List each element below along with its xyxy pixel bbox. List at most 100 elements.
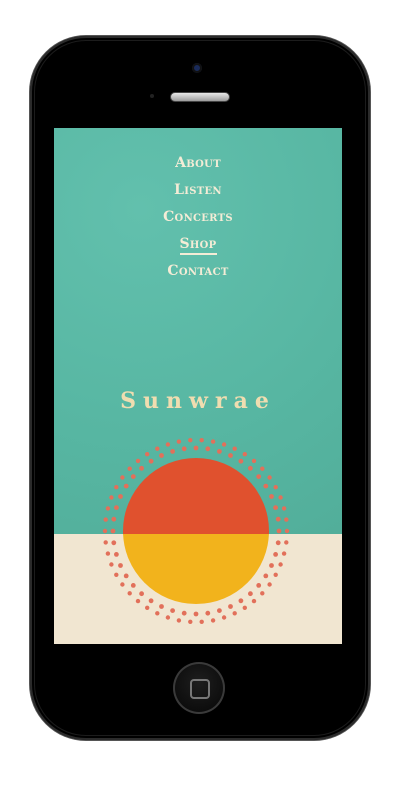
earpiece-speaker xyxy=(170,92,230,102)
sun-dot xyxy=(176,439,182,444)
sun-dot xyxy=(228,604,233,609)
sun-dot xyxy=(118,563,123,568)
sun-dot xyxy=(130,474,136,479)
sun-dot xyxy=(228,453,233,458)
nav-item-contact[interactable]: Contact xyxy=(54,258,342,285)
brand-title: Sunwrae xyxy=(120,388,276,414)
sun-dot xyxy=(159,604,164,609)
sun-dot xyxy=(199,438,204,443)
sun-dot xyxy=(188,619,193,624)
sun-dot xyxy=(170,608,175,613)
sun-dot xyxy=(273,505,278,510)
sun-dot xyxy=(256,583,262,588)
sun-dot xyxy=(105,506,111,511)
sun-dot xyxy=(284,528,290,534)
sun-dot xyxy=(210,439,216,444)
sun-dot xyxy=(165,442,171,447)
sun-dot xyxy=(205,610,211,616)
phone-screen: About Listen Concerts Shop Contact Sunwr… xyxy=(54,128,342,644)
sun-dot xyxy=(217,608,222,613)
nav-item-about[interactable]: About xyxy=(54,150,342,177)
sun-dot xyxy=(260,466,265,471)
sun-dot xyxy=(139,591,144,597)
sun-dot xyxy=(110,528,116,534)
nav-item-shop[interactable]: Shop xyxy=(54,231,342,258)
sun-dot xyxy=(165,615,171,620)
sun-dot xyxy=(103,517,108,522)
sun-dot xyxy=(275,540,281,546)
sun-dot xyxy=(114,552,119,557)
sun-dot xyxy=(148,458,154,464)
sun-dot xyxy=(238,458,244,464)
sun-dot xyxy=(284,540,289,545)
sun-dot xyxy=(269,494,274,499)
main-nav: About Listen Concerts Shop Contact xyxy=(54,150,342,285)
sun-dot xyxy=(139,465,144,471)
nav-item-listen[interactable]: Listen xyxy=(54,177,342,204)
sun-dot xyxy=(135,458,141,464)
sun-dot xyxy=(256,474,262,479)
sun-dot xyxy=(281,506,287,511)
sun-dot xyxy=(109,495,114,500)
sun-dot xyxy=(127,591,132,596)
sun-dot xyxy=(176,618,182,623)
sun-dot xyxy=(130,583,136,588)
sun-dot xyxy=(193,445,199,451)
sun-dot xyxy=(205,446,211,452)
sun-dot xyxy=(188,438,193,443)
nav-item-concerts[interactable]: Concerts xyxy=(54,204,342,231)
sun-dot xyxy=(109,562,114,567)
home-button[interactable] xyxy=(173,662,225,714)
sun-dot xyxy=(114,572,119,577)
sun-dot xyxy=(120,582,125,587)
sun-dot xyxy=(105,551,111,556)
sun-dot xyxy=(199,619,204,624)
sun-dot xyxy=(221,442,227,447)
sun-dot xyxy=(181,610,187,616)
sun-dot xyxy=(273,552,278,557)
sun-dot xyxy=(221,615,227,620)
sun-dot xyxy=(278,562,283,567)
sun-dot xyxy=(103,540,108,545)
sun-dot xyxy=(123,573,129,579)
sun-dot xyxy=(118,494,123,499)
sun-dot xyxy=(232,611,237,616)
sun-dot xyxy=(251,598,257,604)
sun-dot xyxy=(181,446,187,452)
home-button-icon xyxy=(190,679,210,699)
sun-dot xyxy=(242,452,247,457)
sun-dot xyxy=(269,563,274,568)
sun-dot xyxy=(238,598,244,604)
sun-dot xyxy=(127,466,132,471)
sun-dot xyxy=(278,495,283,500)
sun-dot xyxy=(193,611,199,617)
sun-dot xyxy=(248,465,253,471)
sun-dot xyxy=(135,598,141,604)
sun-dot xyxy=(123,483,129,489)
sun-dot xyxy=(159,453,164,458)
sun-dot xyxy=(120,475,125,480)
sun-dot xyxy=(276,528,282,534)
sun-dot xyxy=(284,517,289,522)
sun-dot xyxy=(155,446,160,451)
sun-dot xyxy=(217,449,222,454)
sun-dot xyxy=(114,485,119,490)
sun-dot xyxy=(155,611,160,616)
sun-dot xyxy=(145,605,150,610)
sun-dot xyxy=(275,516,281,522)
sun-dot xyxy=(114,505,119,510)
sun-dot xyxy=(267,582,272,587)
sun-dot xyxy=(267,475,272,480)
sun-dot xyxy=(263,483,269,489)
sun-dot xyxy=(263,573,269,579)
sun-dot xyxy=(242,605,247,610)
sun-dot xyxy=(248,591,253,597)
sun-dot xyxy=(260,591,265,596)
sun-dot xyxy=(145,452,150,457)
front-camera-icon xyxy=(192,63,202,73)
sun-dot xyxy=(273,485,278,490)
sun-dot xyxy=(232,446,237,451)
phone-frame: About Listen Concerts Shop Contact Sunwr… xyxy=(30,36,370,740)
sun-dot xyxy=(281,551,287,556)
sun-dot xyxy=(148,598,154,604)
